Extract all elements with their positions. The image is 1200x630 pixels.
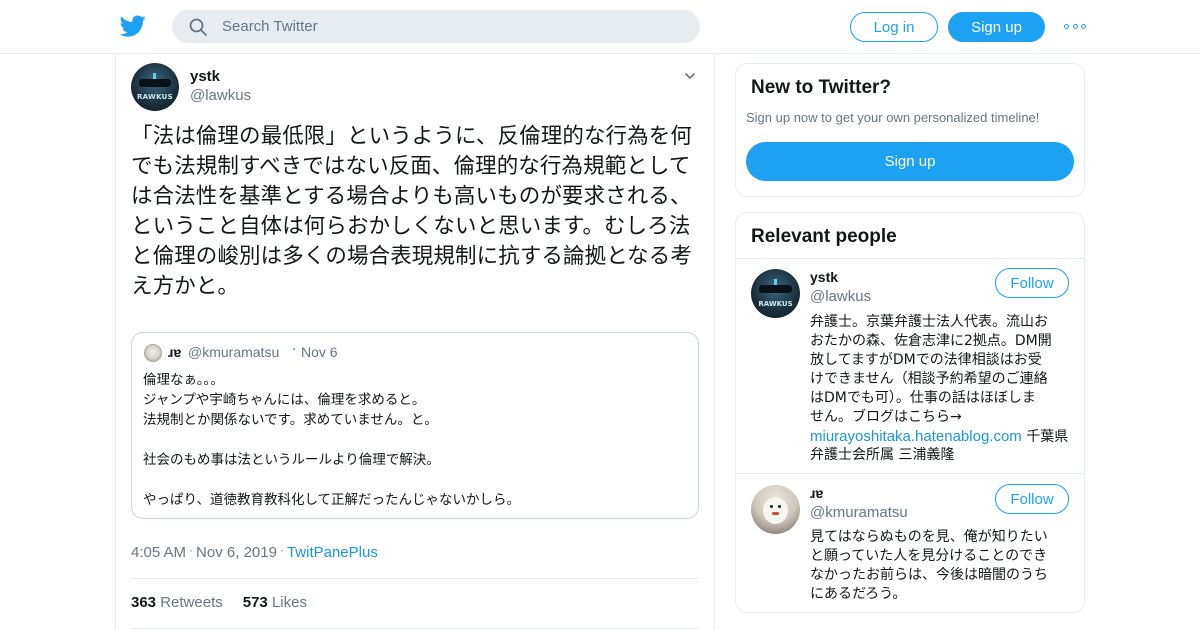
bio-line: けできません（相談予約希望のご連絡	[810, 371, 1048, 387]
person-bio: 見てはならぬものを見、俺が知りたい と願っていた人を見分けることのでき なかった…	[810, 528, 1072, 604]
divider	[736, 258, 1084, 259]
bio-line: 放してますがDMでの法律相談はお受	[810, 352, 1042, 368]
search-box[interactable]	[172, 10, 700, 43]
bio-line: 見てはならぬものを見、俺が知りたい	[810, 529, 1048, 545]
author-name[interactable]: ystk	[190, 68, 220, 85]
avatar[interactable]	[751, 485, 800, 534]
twitter-bird-icon[interactable]	[120, 13, 146, 39]
tweet-time[interactable]: 4:05 AM	[131, 544, 186, 561]
quoted-name: ɹɐ	[168, 344, 182, 360]
divider	[131, 628, 699, 629]
person-name[interactable]: ɹɐ	[810, 485, 823, 501]
quoted-line: 法規制とか関係ないです。求めていません。と。	[143, 412, 438, 428]
new-to-twitter-card: New to Twitter? Sign up now to get your …	[735, 63, 1085, 197]
tweet-stats: 363 Retweets 573 Likes	[131, 594, 307, 611]
avatar[interactable]: RAWKUS	[751, 269, 800, 318]
top-bar: Log in Sign up	[0, 0, 1200, 54]
separator-dot: ·	[292, 342, 297, 358]
quoted-handle: @kmuramatsu	[188, 344, 280, 360]
tweet-text: 「法は倫理の最低限」というように、反倫理的な行為を何でも法規制すべきではない反面…	[131, 124, 692, 299]
author-handle[interactable]: @lawkus	[190, 87, 251, 104]
quoted-line: やっぱり、道徳教育教科化して正解だったんじゃないかしら。	[143, 492, 521, 508]
bio-line: にあるだろう。	[810, 586, 907, 602]
sidebar-signup-button[interactable]: Sign up	[746, 142, 1074, 181]
bio-text: 千葉県	[1021, 429, 1069, 445]
chevron-down-icon[interactable]	[684, 70, 696, 82]
card-subtitle: Sign up now to get your own personalized…	[746, 110, 1040, 125]
divider	[736, 473, 1084, 474]
quoted-line	[143, 470, 688, 490]
card-title: Relevant people	[751, 226, 897, 247]
more-dots-icon[interactable]	[1064, 20, 1086, 32]
retweets-count: 363	[131, 594, 157, 611]
search-icon	[189, 18, 207, 36]
quoted-line	[143, 430, 688, 450]
tweet-date[interactable]: Nov 6, 2019	[196, 544, 277, 561]
bio-line: と願っていた人を見分けることのでき	[810, 548, 1048, 564]
tweet-metadata: 4:05 AM · Nov 6, 2019 · TwitPanePlus	[131, 543, 378, 561]
bio-line: せん。ブログはこちら→	[810, 409, 962, 425]
login-button[interactable]: Log in	[850, 12, 938, 42]
quoted-date: Nov 6	[301, 344, 338, 360]
bio-line: 弁護士会所属 三浦義隆	[810, 447, 955, 463]
bio-line: miurayoshitaka.hatenablog.com 千葉県	[810, 427, 1072, 446]
person-name[interactable]: ystk	[810, 269, 838, 285]
likes-label: Likes	[271, 594, 307, 611]
retweets-stat[interactable]: 363 Retweets	[131, 594, 223, 611]
signup-button[interactable]: Sign up	[948, 12, 1045, 42]
bio-line: 弁護士。京葉弁護士法人代表。流山お	[810, 314, 1048, 330]
bio-line: おたかの森、佐倉志津に2拠点。DM開	[810, 333, 1052, 349]
quoted-tweet[interactable]: ɹɐ @kmuramatsu · Nov 6 倫理なぁ。。。 ジャンプや宇崎ちゃ…	[131, 332, 699, 519]
bio-line: はDMでも可）。仕事の話はほぼしま	[810, 390, 1036, 406]
quoted-avatar	[144, 344, 162, 362]
follow-button[interactable]: Follow	[995, 484, 1069, 514]
author-avatar[interactable]: RAWKUS	[131, 63, 179, 111]
quoted-text: 倫理なぁ。。。 ジャンプや宇崎ちゃんには、倫理を求めると。 法規制とか関係ないで…	[143, 370, 688, 510]
bio-link[interactable]: miurayoshitaka.hatenablog.com	[810, 428, 1022, 445]
tweet-source-link[interactable]: TwitPanePlus	[287, 544, 378, 561]
search-input[interactable]	[222, 10, 682, 43]
quoted-line: 倫理なぁ。。。	[143, 372, 224, 388]
bio-line: なかったお前らは、今後は暗闇のうち	[810, 567, 1048, 583]
quoted-line: 社会のもめ事は法というルールより倫理で解決。	[143, 452, 440, 468]
likes-count: 573	[242, 594, 268, 611]
relevant-people-card: Relevant people RAWKUS ystk @lawkus Foll…	[735, 212, 1085, 613]
person-handle[interactable]: @lawkus	[810, 288, 871, 305]
retweets-label: Retweets	[160, 594, 223, 611]
quoted-line: ジャンプや宇崎ちゃんには、倫理を求めると。	[143, 392, 426, 408]
likes-stat[interactable]: 573 Likes	[243, 594, 307, 611]
follow-button[interactable]: Follow	[995, 268, 1069, 298]
divider	[131, 578, 699, 579]
person-bio: 弁護士。京葉弁護士法人代表。流山お おたかの森、佐倉志津に2拠点。DM開 放して…	[810, 313, 1072, 465]
person-handle[interactable]: @kmuramatsu	[810, 504, 908, 521]
card-title: New to Twitter?	[751, 77, 892, 98]
